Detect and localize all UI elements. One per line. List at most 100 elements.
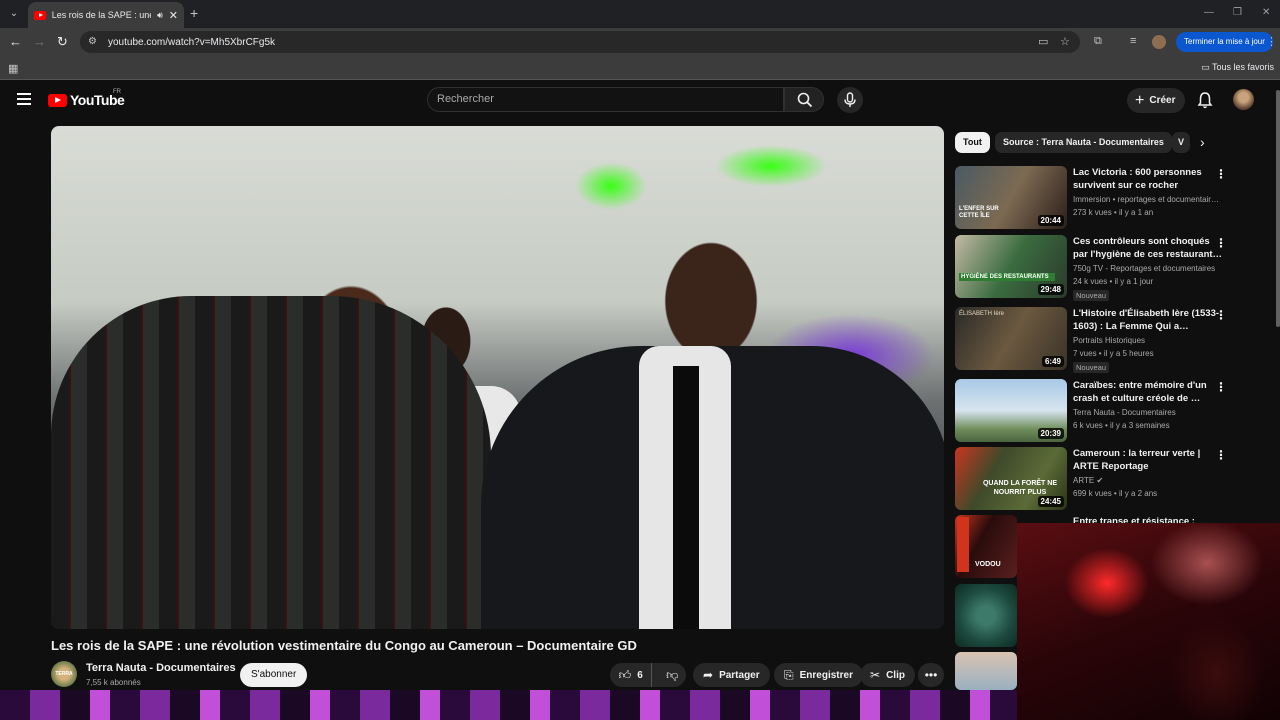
all-bookmarks-folder[interactable]: ▭ Tous les favoris xyxy=(1201,62,1274,73)
chip-all[interactable]: Tout xyxy=(955,132,990,153)
like-dislike-group: 👍︎ 6 👎︎ xyxy=(610,663,686,687)
video-thumbnail[interactable] xyxy=(955,584,1017,647)
search-icon xyxy=(797,92,813,108)
chip-source[interactable]: Source : Terra Nauta - Documentaires xyxy=(995,132,1172,153)
thumbnail-text: ÉLISABETH Ière xyxy=(959,311,1005,317)
video-player[interactable] xyxy=(51,126,944,629)
recommendation-channel[interactable]: Terra Nauta - Documentaires xyxy=(1073,408,1225,417)
thumbnail-text: HYGIÈNE DES RESTAURANTS xyxy=(959,273,1055,281)
apps-grid-icon[interactable]: ▦ xyxy=(8,62,18,75)
recommendation-channel[interactable]: ARTE ✔ xyxy=(1073,476,1225,485)
chip-partial[interactable]: V xyxy=(1172,132,1190,153)
channel-name[interactable]: Terra Nauta - Documentaires xyxy=(86,662,236,674)
site-info-icon[interactable]: ⚙ xyxy=(88,36,100,48)
subscribe-button[interactable]: S'abonner xyxy=(240,663,308,687)
more-horizontal-icon: ••• xyxy=(924,668,938,682)
recommendation-meta: 699 k vues • il y a 2 ans xyxy=(1073,489,1158,498)
like-button[interactable]: 👍︎ 6 xyxy=(610,663,653,687)
clip-button[interactable]: ✂ Clip xyxy=(860,663,915,687)
install-app-icon[interactable]: ▭ xyxy=(1038,35,1048,48)
video-duration: 6:49 xyxy=(1041,356,1064,367)
save-button[interactable]: ⎘ Enregistrer xyxy=(774,663,863,687)
scissors-icon: ✂ xyxy=(870,668,881,682)
recommendation-meta: 7 vues • il y a 5 heures xyxy=(1073,349,1154,358)
tab-search-icon[interactable]: ⌄ xyxy=(6,6,22,22)
update-button[interactable]: Terminer la mise à jour xyxy=(1176,32,1273,52)
recommendation-channel[interactable]: 750g TV - Reportages et documentaires xyxy=(1073,264,1225,273)
create-label: Créer xyxy=(1149,95,1176,106)
reading-list-icon[interactable]: ≡ xyxy=(1130,35,1136,47)
video-thumbnail[interactable]: VODOU xyxy=(955,515,1017,578)
browser-tab-youtube[interactable]: Les rois de la SAPE : une révolution 🔊︎ … xyxy=(28,2,184,28)
hamburger-menu-icon[interactable] xyxy=(17,93,31,105)
bookmarks-folder-label: Tous les favoris xyxy=(1211,62,1274,72)
bookmark-star-icon[interactable]: ☆ xyxy=(1060,35,1070,48)
more-vertical-icon[interactable]: ⋮ xyxy=(1215,309,1227,321)
share-arrow-icon: ➦ xyxy=(703,668,714,682)
country-code: FR xyxy=(113,89,121,95)
recommendation-title[interactable]: Lac Victoria : 600 personnes survivent s… xyxy=(1073,166,1225,192)
close-tab-icon[interactable]: ✕ xyxy=(169,9,178,22)
search-input[interactable]: Rechercher xyxy=(427,87,784,112)
browser-tab-bar: ⌄ Les rois de la SAPE : une révolution 🔊… xyxy=(0,0,1280,28)
browser-menu-icon[interactable]: ⋮ xyxy=(1266,35,1277,48)
more-vertical-icon[interactable]: ⋮ xyxy=(1215,449,1227,461)
thumbs-down-icon: 👎︎ xyxy=(666,667,679,682)
more-vertical-icon[interactable]: ⋮ xyxy=(1215,237,1227,249)
channel-name-label: ARTE xyxy=(1073,476,1095,485)
browser-profile-avatar[interactable] xyxy=(1152,35,1166,49)
chevron-right-icon[interactable]: › xyxy=(1200,135,1205,149)
recommendation-title[interactable]: L'Histoire d'Élisabeth Ière (1533-1603) … xyxy=(1073,307,1225,333)
restore-icon[interactable]: ❐ xyxy=(1233,7,1242,18)
user-avatar[interactable] xyxy=(1233,89,1254,110)
video-duration: 24:45 xyxy=(1037,496,1064,507)
video-thumbnail[interactable]: QUAND LA FORÊT NE NOURRIT PLUS 24:45 xyxy=(955,447,1067,510)
new-badge: Nouveau xyxy=(1073,290,1110,301)
recommendation-meta: 273 k vues • il y a 1 an xyxy=(1073,208,1154,217)
close-window-icon[interactable]: ✕ xyxy=(1262,7,1270,18)
recommendation-title[interactable]: Ces contrôleurs sont choqués par l'hygiè… xyxy=(1073,235,1225,261)
video-frame-figure xyxy=(51,296,491,629)
notifications-bell-icon[interactable] xyxy=(1197,91,1213,109)
dislike-button[interactable]: 👎︎ xyxy=(658,663,686,687)
clip-label: Clip xyxy=(886,669,905,681)
minimize-icon[interactable]: — xyxy=(1204,7,1214,18)
thumbnail-text: L'ENFER SUR CETTE ÎLE xyxy=(959,206,999,219)
page-scrollbar[interactable] xyxy=(1276,90,1280,327)
address-bar[interactable]: ⚙ youtube.com/watch?v=Mh5XbrCFg5k xyxy=(80,31,1080,53)
new-badge: Nouveau xyxy=(1073,362,1110,373)
thumbnail-text: QUAND LA FORÊT NE NOURRIT PLUS xyxy=(982,480,1058,496)
webcam-overlay xyxy=(1017,523,1280,720)
search-button[interactable] xyxy=(784,87,824,112)
stream-overlay-strip xyxy=(0,690,1017,720)
video-thumbnail[interactable]: HYGIÈNE DES RESTAURANTS 29:48 xyxy=(955,235,1067,298)
video-thumbnail[interactable]: L'ENFER SUR CETTE ÎLE 20:44 xyxy=(955,166,1067,229)
more-actions-button[interactable]: ••• xyxy=(918,663,944,687)
extensions-icon[interactable]: ⧉ xyxy=(1094,35,1102,48)
reload-icon[interactable]: ↻ xyxy=(57,34,68,50)
share-button[interactable]: ➦ Partager xyxy=(693,663,770,687)
recommendation-item[interactable]: L'ENFER SUR CETTE ÎLE 20:44 Lac Victoria… xyxy=(955,166,1260,230)
recommendation-item[interactable]: HYGIÈNE DES RESTAURANTS 29:48 Ces contrô… xyxy=(955,235,1260,301)
recommendation-item[interactable]: QUAND LA FORÊT NE NOURRIT PLUS 24:45 Cam… xyxy=(955,447,1260,511)
recommendation-item[interactable]: ÉLISABETH Ière 6:49 L'Histoire d'Élisabe… xyxy=(955,307,1260,373)
new-tab-button[interactable]: + xyxy=(190,6,198,20)
voice-search-button[interactable] xyxy=(837,87,863,113)
tab-title: Les rois de la SAPE : une révolution xyxy=(51,10,151,20)
recommendation-title[interactable]: Caraïbes: entre mémoire d'un crash et cu… xyxy=(1073,379,1225,405)
more-vertical-icon[interactable]: ⋮ xyxy=(1215,168,1227,180)
speaker-icon[interactable]: 🔊︎ xyxy=(157,10,163,21)
recommendation-channel[interactable]: Portraits Historiques xyxy=(1073,336,1225,345)
video-thumbnail[interactable]: ÉLISABETH Ière 6:49 xyxy=(955,307,1067,370)
channel-avatar[interactable]: TERRA NAUTA xyxy=(51,661,77,703)
youtube-play-icon xyxy=(48,93,67,107)
create-button[interactable]: + Créer xyxy=(1127,88,1186,113)
video-thumbnail[interactable]: 20:39 xyxy=(955,379,1067,442)
video-thumbnail[interactable] xyxy=(955,652,1017,690)
recommendation-item[interactable]: 20:39 Caraïbes: entre mémoire d'un crash… xyxy=(955,379,1260,443)
recommendation-channel[interactable]: Immersion • reportages et documentair… xyxy=(1073,195,1225,204)
back-arrow-icon[interactable]: ← xyxy=(9,34,22,50)
forward-arrow-icon[interactable]: → xyxy=(33,34,46,50)
recommendation-title[interactable]: Cameroun : la terreur verte | ARTE Repor… xyxy=(1073,447,1225,473)
more-vertical-icon[interactable]: ⋮ xyxy=(1215,381,1227,393)
